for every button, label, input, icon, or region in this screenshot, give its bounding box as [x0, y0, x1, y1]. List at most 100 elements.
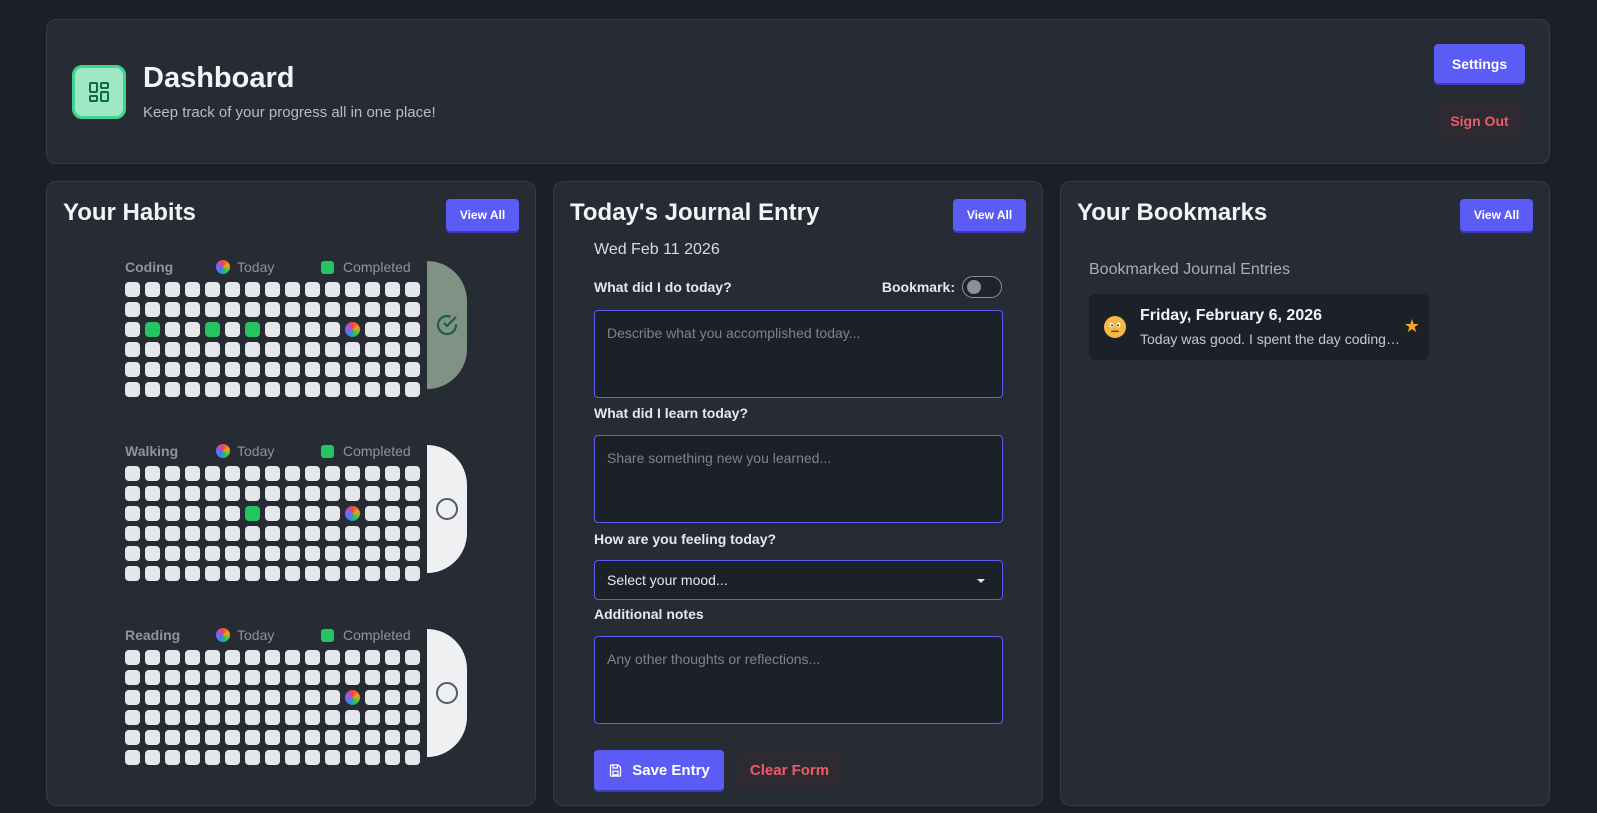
calendar-cell[interactable] [325, 322, 340, 337]
calendar-cell[interactable] [165, 382, 180, 397]
calendar-cell[interactable] [245, 690, 260, 705]
calendar-cell[interactable] [145, 730, 160, 745]
calendar-cell[interactable] [305, 466, 320, 481]
q1-textarea[interactable]: Describe what you accomplished today... [594, 310, 1003, 398]
calendar-cell[interactable] [325, 302, 340, 317]
calendar-cell[interactable] [125, 526, 140, 541]
settings-button[interactable]: Settings [1434, 44, 1525, 83]
calendar-cell[interactable] [245, 750, 260, 765]
calendar-cell[interactable] [305, 322, 320, 337]
calendar-cell[interactable] [185, 650, 200, 665]
calendar-cell[interactable] [405, 710, 420, 725]
calendar-cell-completed[interactable] [145, 322, 160, 337]
calendar-cell[interactable] [385, 466, 400, 481]
calendar-cell[interactable] [185, 690, 200, 705]
calendar-cell[interactable] [185, 526, 200, 541]
calendar-cell-completed[interactable] [245, 322, 260, 337]
calendar-cell[interactable] [145, 566, 160, 581]
calendar-cell[interactable] [185, 382, 200, 397]
calendar-cell[interactable] [185, 546, 200, 561]
bookmarks-view-all-button[interactable]: View All [1460, 199, 1533, 231]
calendar-cell[interactable] [265, 670, 280, 685]
calendar-cell[interactable] [385, 322, 400, 337]
calendar-cell[interactable] [125, 302, 140, 317]
calendar-cell[interactable] [405, 566, 420, 581]
calendar-cell[interactable] [205, 690, 220, 705]
calendar-cell[interactable] [385, 730, 400, 745]
calendar-cell[interactable] [205, 506, 220, 521]
calendar-cell[interactable] [325, 282, 340, 297]
calendar-cell[interactable] [185, 506, 200, 521]
calendar-cell[interactable] [225, 342, 240, 357]
calendar-cell[interactable] [245, 566, 260, 581]
calendar-cell[interactable] [225, 362, 240, 377]
calendar-cell[interactable] [265, 750, 280, 765]
calendar-cell[interactable] [145, 342, 160, 357]
calendar-cell-today[interactable] [345, 690, 360, 705]
calendar-cell[interactable] [345, 710, 360, 725]
calendar-cell[interactable] [145, 546, 160, 561]
calendar-cell[interactable] [125, 690, 140, 705]
calendar-cell[interactable] [145, 650, 160, 665]
q4-textarea[interactable]: Any other thoughts or reflections... [594, 636, 1003, 724]
clear-form-button[interactable]: Clear Form [737, 750, 842, 790]
calendar-cell[interactable] [405, 302, 420, 317]
calendar-cell[interactable] [245, 526, 260, 541]
calendar-cell[interactable] [325, 526, 340, 541]
calendar-cell[interactable] [125, 322, 140, 337]
calendar-cell[interactable] [145, 282, 160, 297]
calendar-cell[interactable] [205, 670, 220, 685]
calendar-cell[interactable] [225, 546, 240, 561]
calendar-cell[interactable] [225, 486, 240, 501]
calendar-cell[interactable] [205, 382, 220, 397]
calendar-cell[interactable] [245, 382, 260, 397]
calendar-cell[interactable] [305, 546, 320, 561]
calendar-cell[interactable] [285, 506, 300, 521]
calendar-cell[interactable] [365, 466, 380, 481]
calendar-cell[interactable] [305, 650, 320, 665]
calendar-cell[interactable] [165, 690, 180, 705]
calendar-cell[interactable] [205, 566, 220, 581]
calendar-cell[interactable] [185, 282, 200, 297]
calendar-cell[interactable] [285, 650, 300, 665]
calendar-cell[interactable] [125, 466, 140, 481]
calendar-cell[interactable] [405, 526, 420, 541]
calendar-cell[interactable] [265, 302, 280, 317]
calendar-cell[interactable] [145, 466, 160, 481]
calendar-cell[interactable] [405, 342, 420, 357]
calendar-cell[interactable] [285, 566, 300, 581]
calendar-cell[interactable] [305, 566, 320, 581]
calendar-cell[interactable] [345, 302, 360, 317]
calendar-cell[interactable] [205, 302, 220, 317]
calendar-cell-today[interactable] [345, 322, 360, 337]
calendar-cell[interactable] [205, 710, 220, 725]
calendar-cell[interactable] [125, 750, 140, 765]
calendar-cell[interactable] [405, 690, 420, 705]
calendar-cell[interactable] [345, 670, 360, 685]
calendar-cell[interactable] [385, 650, 400, 665]
calendar-cell[interactable] [245, 670, 260, 685]
calendar-cell[interactable] [185, 362, 200, 377]
calendar-cell[interactable] [365, 322, 380, 337]
calendar-cell[interactable] [165, 710, 180, 725]
calendar-cell[interactable] [385, 362, 400, 377]
calendar-cell[interactable] [385, 690, 400, 705]
calendar-cell[interactable] [185, 750, 200, 765]
calendar-cell[interactable] [285, 382, 300, 397]
calendar-cell[interactable] [225, 566, 240, 581]
calendar-cell[interactable] [265, 282, 280, 297]
calendar-cell[interactable] [165, 302, 180, 317]
calendar-cell[interactable] [385, 710, 400, 725]
calendar-cell[interactable] [365, 750, 380, 765]
habit-check-toggle[interactable] [427, 261, 467, 389]
calendar-cell[interactable] [205, 526, 220, 541]
calendar-cell[interactable] [125, 730, 140, 745]
calendar-cell[interactable] [325, 486, 340, 501]
calendar-cell[interactable] [325, 750, 340, 765]
calendar-cell[interactable] [345, 466, 360, 481]
calendar-cell[interactable] [265, 342, 280, 357]
calendar-cell[interactable] [305, 506, 320, 521]
calendar-cell[interactable] [145, 382, 160, 397]
calendar-cell[interactable] [185, 566, 200, 581]
calendar-cell[interactable] [365, 282, 380, 297]
